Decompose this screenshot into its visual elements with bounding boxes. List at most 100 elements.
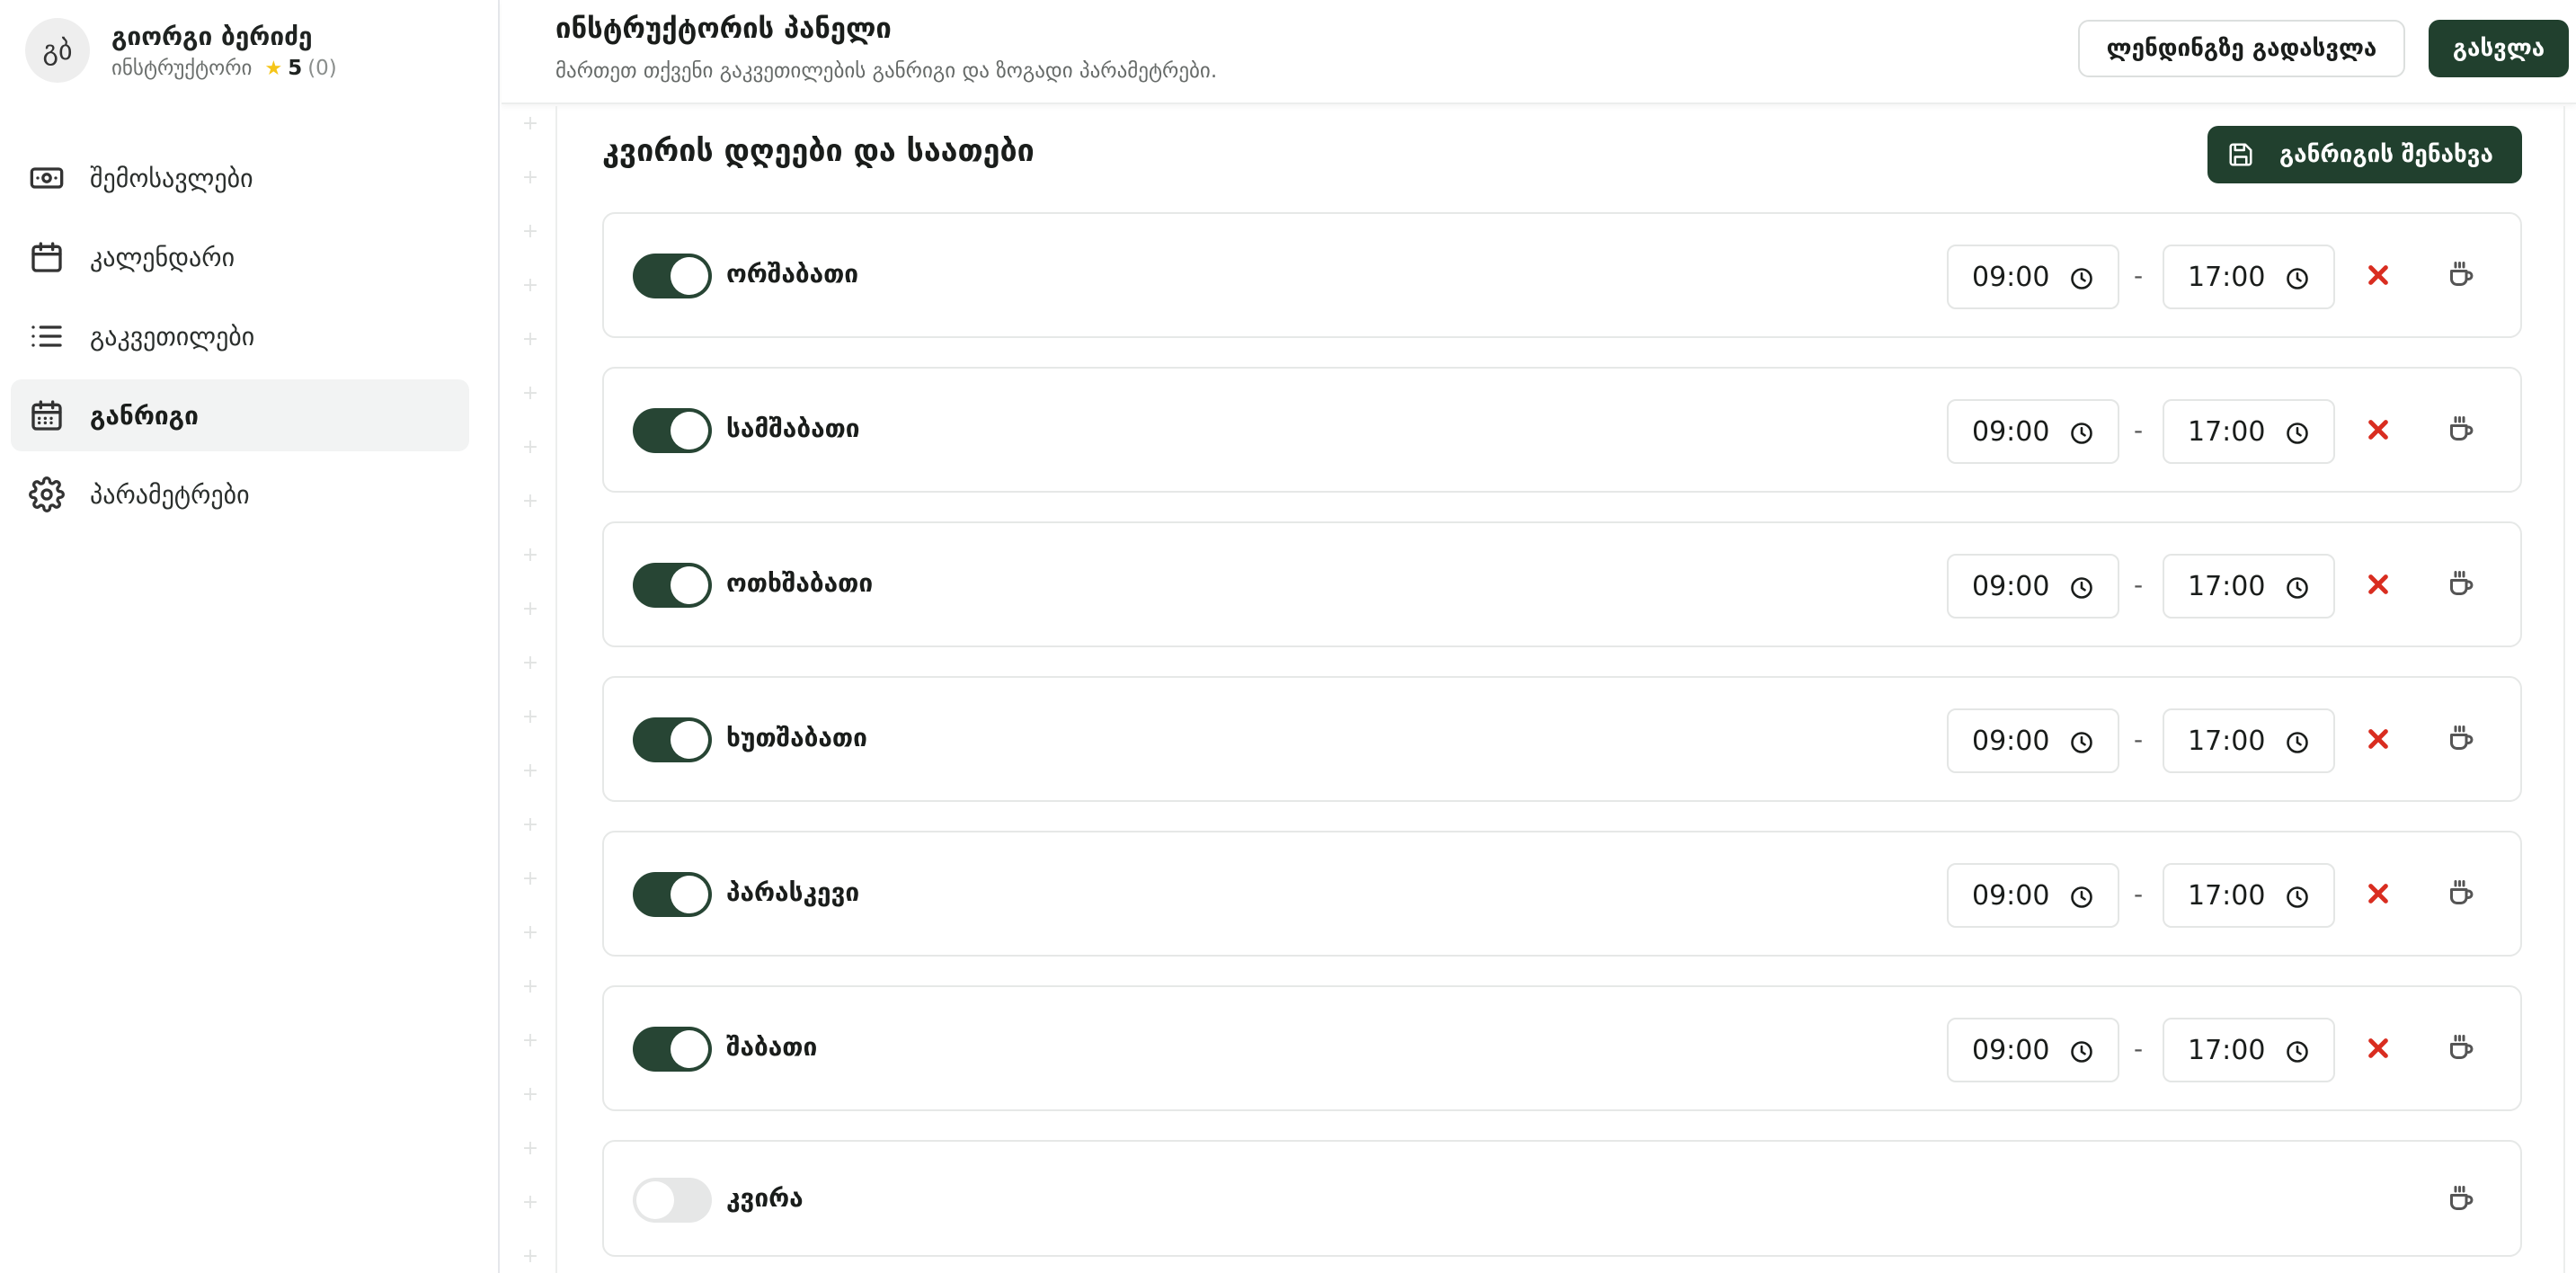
plus-mark: + (521, 921, 539, 944)
plus-mark: + (521, 760, 539, 782)
time-separator: - (2134, 570, 2144, 600)
sidebar-item-calendar[interactable]: კალენდარი (11, 221, 469, 293)
toggle-knob (671, 1030, 708, 1068)
coffee-icon[interactable] (2445, 259, 2477, 291)
coffee-icon[interactable] (2445, 1032, 2477, 1064)
profile-name: გიორგი ბერიძე (111, 22, 313, 51)
plus-mark: + (521, 814, 539, 836)
sidebar-item-settings[interactable]: პარამეტრები (11, 458, 469, 530)
close-icon[interactable] (2360, 876, 2396, 912)
end-time-input[interactable]: 17:00 (2163, 708, 2335, 773)
day-row-wednesday: ოთხშაბათი 09:00 - 17:00 (602, 521, 2522, 647)
toggle-knob (671, 721, 708, 759)
day-toggle[interactable] (633, 408, 712, 453)
start-time-input[interactable]: 09:00 (1947, 708, 2119, 773)
day-name: პარასკევი (726, 877, 860, 907)
plus-mark: + (521, 706, 539, 728)
save-schedule-label: განრიგის შენახვა (2279, 141, 2493, 168)
page-subtitle: მართეთ თქვენი გაკვეთილების განრიგი და ზო… (555, 59, 1218, 83)
gear-icon (27, 475, 67, 514)
start-time-value: 09:00 (1972, 725, 2050, 757)
plus-mark: + (521, 1245, 539, 1268)
plus-mark: + (521, 868, 539, 890)
day-name: კვირა (726, 1183, 804, 1213)
end-time-input[interactable]: 17:00 (2163, 863, 2335, 928)
day-row-thursday: ხუთშაბათი 09:00 - 17:00 (602, 676, 2522, 802)
sidebar-item-lessons[interactable]: გაკვეთილები (11, 300, 469, 372)
end-time-input[interactable]: 17:00 (2163, 1018, 2335, 1082)
close-icon[interactable] (2360, 257, 2396, 293)
profile: გბ გიორგი ბერიძე ინსტრუქტორი ★ 5 (0) (25, 18, 337, 83)
coffee-icon[interactable] (2445, 414, 2477, 446)
list-icon (27, 316, 67, 356)
end-time-input[interactable]: 17:00 (2163, 399, 2335, 464)
day-row-sunday: კვირა (602, 1140, 2522, 1257)
coffee-icon[interactable] (2445, 877, 2477, 910)
plus-mark: + (521, 112, 539, 135)
coffee-icon[interactable] (2445, 1183, 2477, 1215)
day-toggle[interactable] (633, 1027, 712, 1072)
plus-mark: + (521, 544, 539, 566)
sidebar-nav: შემოსავლები კალენდარი გაკვეთილები განრიგ… (11, 142, 469, 538)
time-separator: - (2134, 415, 2144, 445)
clock-icon (2069, 266, 2094, 291)
day-row-tuesday: სამშაბათი 09:00 - 17:00 (602, 367, 2522, 493)
plus-mark: + (521, 328, 539, 351)
day-row-monday: ორშაბათი 09:00 - 17:00 (602, 212, 2522, 338)
sidebar-item-label: შემოსავლები (90, 163, 253, 193)
end-time-value: 17:00 (2188, 415, 2266, 448)
start-time-value: 09:00 (1972, 261, 2050, 293)
end-time-value: 17:00 (2188, 570, 2266, 602)
profile-role: ინსტრუქტორი (111, 57, 253, 80)
sidebar-item-income[interactable]: შემოსავლები (11, 142, 469, 214)
clock-icon (2069, 885, 2094, 910)
clock-icon (2285, 575, 2310, 601)
start-time-input[interactable]: 09:00 (1947, 863, 2119, 928)
logout-button[interactable]: გასვლა (2429, 20, 2569, 77)
plus-mark: + (521, 1083, 539, 1106)
close-icon[interactable] (2360, 721, 2396, 757)
toggle-knob (671, 412, 708, 450)
end-time-value: 17:00 (2188, 1034, 2266, 1066)
close-icon[interactable] (2360, 566, 2396, 602)
sidebar-item-label: პარამეტრები (90, 479, 250, 510)
sidebar-item-schedule[interactable]: განრიგი (11, 379, 469, 451)
toggle-knob (671, 257, 708, 295)
day-toggle[interactable] (633, 254, 712, 298)
end-time-value: 17:00 (2188, 879, 2266, 912)
toggle-knob (671, 876, 708, 913)
profile-text: გიორგი ბერიძე ინსტრუქტორი ★ 5 (0) (111, 21, 337, 80)
close-icon[interactable] (2360, 412, 2396, 448)
toggle-knob (636, 1181, 674, 1219)
rating-count: (0) (307, 57, 337, 80)
top-header: ინსტრუქტორის პანელი მართეთ თქვენი გაკვეთ… (502, 0, 2576, 104)
start-time-input[interactable]: 09:00 (1947, 554, 2119, 619)
rating-value: 5 (288, 57, 303, 80)
save-schedule-button[interactable]: განრიგის შენახვა (2207, 126, 2522, 183)
day-toggle[interactable] (633, 563, 712, 608)
start-time-input[interactable]: 09:00 (1947, 1018, 2119, 1082)
clock-icon (2069, 1039, 2094, 1064)
start-time-value: 09:00 (1972, 1034, 2050, 1066)
start-time-input[interactable]: 09:00 (1947, 245, 2119, 309)
end-time-input[interactable]: 17:00 (2163, 554, 2335, 619)
day-name: სამშაბათი (726, 414, 860, 443)
close-icon[interactable] (2360, 1030, 2396, 1066)
plus-mark: + (521, 220, 539, 243)
coffee-icon[interactable] (2445, 723, 2477, 755)
day-toggle[interactable] (633, 717, 712, 762)
time-separator: - (2134, 261, 2144, 290)
sidebar: გბ გიორგი ბერიძე ინსტრუქტორი ★ 5 (0) შემ… (0, 0, 500, 1273)
plus-mark: + (521, 1137, 539, 1160)
end-time-input[interactable]: 17:00 (2163, 245, 2335, 309)
landing-button[interactable]: ლენდინგზე გადასვლა (2078, 20, 2405, 77)
clock-icon (2285, 1039, 2310, 1064)
calendar-icon (27, 237, 67, 277)
plus-mark: + (521, 490, 539, 512)
coffee-icon[interactable] (2445, 568, 2477, 601)
plus-mark: + (521, 382, 539, 405)
day-toggle[interactable] (633, 872, 712, 917)
plus-mark: + (521, 975, 539, 998)
start-time-input[interactable]: 09:00 (1947, 399, 2119, 464)
day-toggle[interactable] (633, 1178, 712, 1223)
